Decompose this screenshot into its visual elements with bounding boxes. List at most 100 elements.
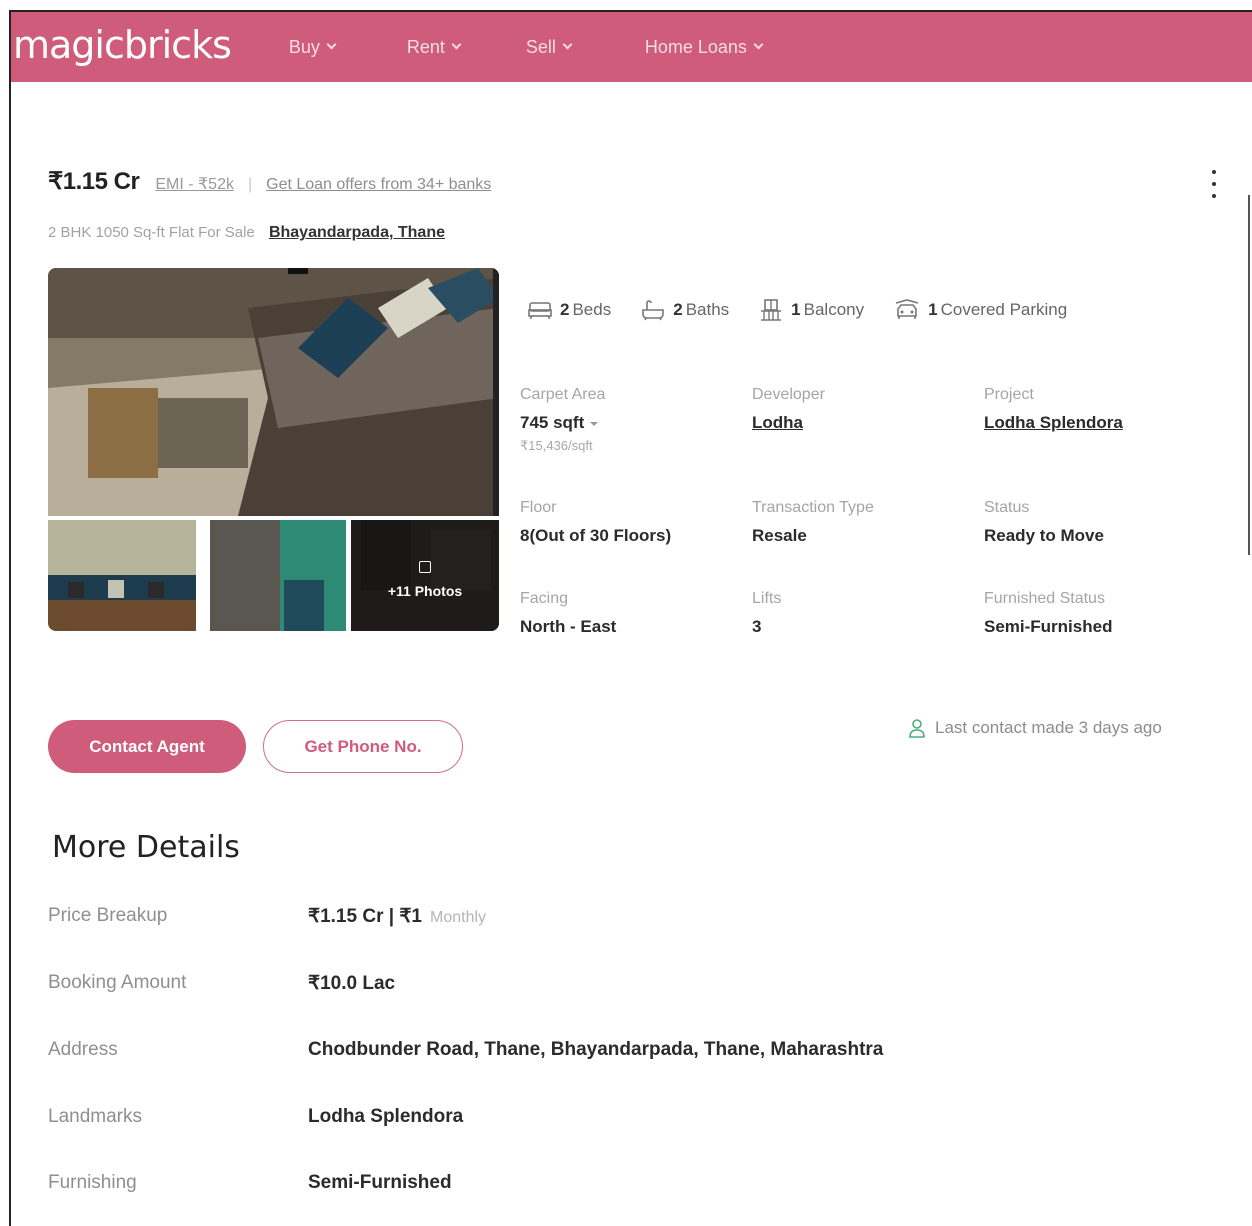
carpet-area-value[interactable]: 745 sqft: [520, 413, 605, 433]
spec-label: Floor: [520, 499, 557, 516]
nav-rent-label: Rent: [406, 36, 445, 57]
spec-carpet-area: Carpet Area 745 sqft ₹15,436/sqft: [520, 386, 605, 454]
magicbricks-logo[interactable]: magicbricks: [13, 23, 232, 67]
more-details-heading: More Details: [52, 830, 240, 865]
nav-buy[interactable]: Buy: [289, 37, 407, 58]
spec-label: Status: [984, 499, 1030, 516]
sofa-photo: [48, 520, 196, 631]
main-nav: Buy Rent Sell Home Loans: [289, 36, 764, 58]
spec-label: Project: [984, 386, 1034, 403]
listing-subtitle: 2 BHK 1050 Sq-ft Flat For Sale Bhayandar…: [48, 224, 445, 242]
floor-value: 8(Out of 30 Floors): [520, 526, 672, 545]
nav-buy-label: Buy: [288, 36, 320, 57]
amenity-beds: 2 Beds: [528, 300, 611, 320]
amenity-balcony-count: 1: [791, 300, 801, 319]
spec-label: Facing: [520, 590, 569, 607]
price-separator: |: [247, 176, 253, 193]
furnished-status-value: Semi-Furnished: [984, 617, 1113, 636]
page-frame: magicbricks Buy Rent Sell Home Loans ₹1.…: [9, 10, 1252, 1226]
spec-label: Developer: [752, 386, 825, 403]
more-photos-overlay[interactable]: +11 Photos: [351, 520, 499, 631]
loan-offers-link[interactable]: Get Loan offers from 34+ banks: [266, 176, 491, 194]
address-value: Chodbunder Road, Thane, Bhayandarpada, T…: [308, 1039, 884, 1060]
amenity-baths: 2 Baths: [641, 299, 729, 321]
amenity-parking-label: Covered Parking: [940, 300, 1068, 319]
emi-link[interactable]: EMI - ₹52k: [155, 174, 234, 194]
more-photos-label: +11 Photos: [387, 582, 463, 599]
more-options-icon[interactable]: [1204, 170, 1224, 198]
amenity-beds-count: 2: [560, 300, 570, 319]
chevron-down-icon: [753, 39, 764, 50]
last-contact-text: Last contact made 3 days ago: [935, 718, 1162, 737]
price-breakup-suffix: Monthly: [430, 909, 487, 926]
car-icon: [895, 299, 919, 319]
nav-home-loans-label: Home Loans: [644, 36, 747, 57]
spec-label: Carpet Area: [520, 386, 606, 403]
amenity-parking-count: 1: [928, 300, 938, 319]
price-per-sqft: ₹15,436/sqft: [520, 438, 593, 453]
spec-status: Status Ready to Move: [984, 499, 1104, 546]
landmarks-value: Lodha Splendora: [308, 1106, 464, 1127]
bed-icon: [528, 302, 552, 319]
transaction-type-value: Resale: [752, 526, 807, 545]
project-link[interactable]: Lodha Splendora: [984, 413, 1123, 433]
carpet-area-text: 745 sqft: [520, 413, 585, 432]
spec-transaction-type: Transaction Type Resale: [752, 499, 874, 546]
spec-facing: Facing North - East: [520, 590, 616, 637]
price-breakup-value: ₹1.15 Cr | ₹1 Monthly: [308, 905, 486, 928]
nav-sell[interactable]: Sell: [526, 37, 645, 58]
spec-developer: Developer Lodha: [752, 386, 825, 433]
chevron-down-icon: [326, 39, 337, 50]
detail-label: Booking Amount: [48, 972, 187, 993]
main-property-photo[interactable]: [48, 268, 499, 516]
amenity-baths-count: 2: [673, 300, 683, 319]
chevron-down-icon: [451, 39, 462, 50]
nav-sell-label: Sell: [525, 36, 556, 57]
living-room-photo: [48, 268, 499, 516]
balcony-icon: [761, 299, 782, 321]
spec-lifts: Lifts 3: [752, 590, 781, 637]
detail-label: Price Breakup: [48, 905, 168, 926]
spec-label: Transaction Type: [752, 499, 874, 516]
listing-price: ₹1.15 Cr: [48, 168, 140, 195]
frame-edge: [1248, 195, 1250, 555]
spec-floor: Floor 8(Out of 30 Floors): [520, 499, 671, 546]
spec-furnished-status: Furnished Status Semi-Furnished: [984, 590, 1112, 637]
listing-summary: 2 BHK 1050 Sq-ft Flat For Sale: [48, 224, 255, 241]
detail-label: Furnishing: [48, 1172, 137, 1193]
facing-value: North - East: [520, 617, 617, 636]
chevron-down-icon: [562, 39, 573, 50]
caret-down-icon: [590, 421, 599, 426]
spec-project: Project Lodha Splendora: [984, 386, 1123, 433]
listing-location-link[interactable]: Bhayandarpada, Thane: [269, 224, 445, 241]
gallery-icon: [419, 560, 431, 573]
amenity-parking: 1 Covered Parking: [894, 299, 1067, 321]
amenity-balcony: 1 Balcony: [759, 298, 864, 322]
nav-home-loans[interactable]: Home Loans: [644, 36, 764, 58]
nav-rent[interactable]: Rent: [407, 37, 526, 58]
furnishing-value: Semi-Furnished: [308, 1172, 452, 1193]
developer-link[interactable]: Lodha: [752, 413, 825, 433]
get-phone-button[interactable]: Get Phone No.: [263, 720, 463, 773]
top-navbar: magicbricks Buy Rent Sell Home Loans: [11, 12, 1252, 82]
contact-agent-button[interactable]: Contact Agent: [48, 720, 246, 773]
amenity-baths-label: Baths: [685, 300, 730, 319]
status-value: Ready to Move: [984, 526, 1104, 545]
last-contact-note: Last contact made 3 days ago: [908, 718, 1162, 738]
spec-label: Furnished Status: [984, 590, 1105, 607]
photo-thumbnail[interactable]: [48, 520, 196, 631]
user-icon: [909, 719, 925, 738]
photo-thumbnail[interactable]: [210, 520, 346, 631]
detail-label: Landmarks: [48, 1106, 142, 1127]
spec-label: Lifts: [752, 590, 782, 607]
amenity-balcony-label: Balcony: [803, 300, 865, 319]
amenities-row: 2 Beds 2 Baths 1 Balcony 1 Covered Parki…: [528, 298, 1097, 322]
price-breakup-text: ₹1.15 Cr | ₹1: [308, 906, 422, 927]
more-photos-thumbnail[interactable]: +11 Photos: [351, 520, 499, 631]
room-photo: [210, 520, 346, 631]
amenity-beds-label: Beds: [572, 300, 612, 319]
bath-icon: [642, 300, 665, 321]
booking-amount-value: ₹10.0 Lac: [308, 973, 396, 994]
price-row: ₹1.15 Cr EMI - ₹52k | Get Loan offers fr…: [48, 167, 491, 196]
lifts-value: 3: [752, 617, 762, 636]
